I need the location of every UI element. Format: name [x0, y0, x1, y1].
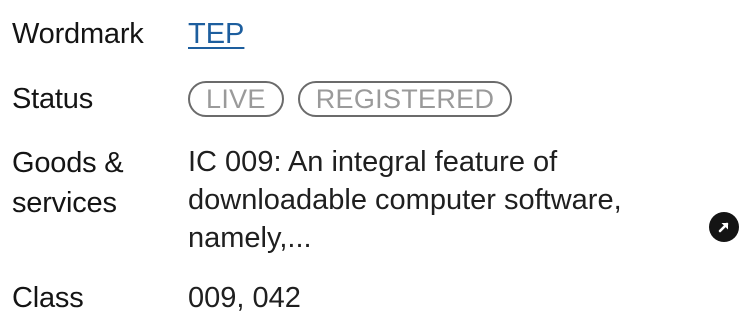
status-badge-live: LIVE — [188, 81, 284, 117]
status-badge-registered: REGISTERED — [297, 81, 513, 117]
goods-services-label-line1: Goods & — [12, 147, 124, 179]
status-label: Status — [12, 83, 94, 115]
trademark-details-card: Wordmark TEP Status LIVE REGISTERED Good… — [0, 0, 749, 314]
status-badges: LIVE REGISTERED — [188, 79, 513, 119]
status-row: Status LIVE REGISTERED — [12, 79, 749, 119]
open-details-button[interactable] — [709, 212, 739, 242]
wordmark-value: TEP — [188, 14, 244, 54]
wordmark-row: Wordmark TEP — [12, 14, 749, 54]
goods-services-label-line2: services — [12, 187, 117, 219]
class-row: Class 009, 042 — [12, 278, 749, 318]
arrow-up-right-icon — [718, 222, 729, 233]
goods-services-value: IC 009: An integral feature of downloada… — [188, 146, 622, 254]
wordmark-link[interactable]: TEP — [188, 18, 244, 50]
class-value: 009, 042 — [188, 282, 301, 314]
goods-services-row: Goods & services IC 009: An integral fea… — [12, 143, 749, 283]
class-label: Class — [12, 282, 84, 314]
goods-services-label: Goods & services — [12, 143, 182, 223]
wordmark-label: Wordmark — [12, 18, 144, 50]
